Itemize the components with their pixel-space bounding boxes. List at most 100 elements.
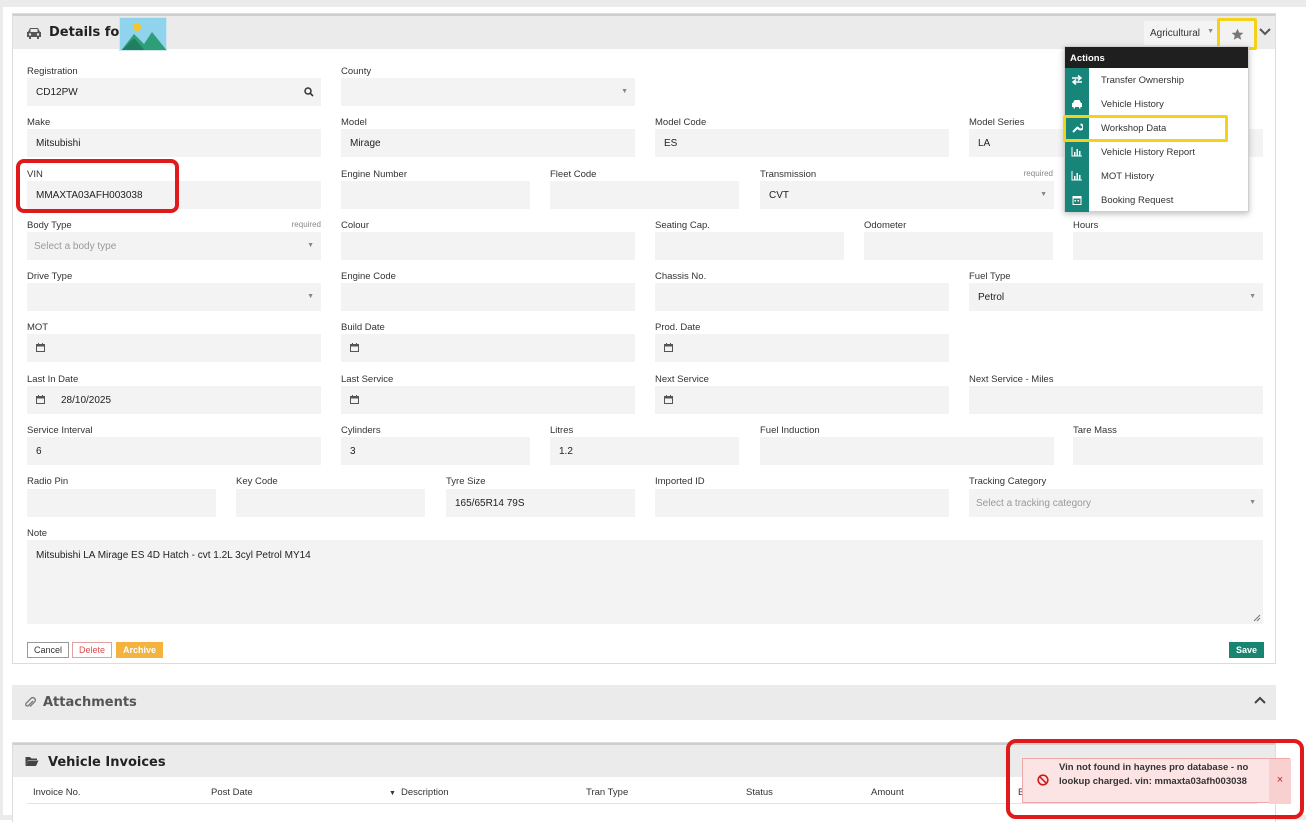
column-header-tran-type[interactable]: Tran Type (586, 787, 628, 798)
tare-mass-input[interactable] (1073, 437, 1263, 465)
litres-value: 1.2 (559, 446, 573, 457)
column-header-amount[interactable]: Amount (871, 787, 904, 798)
frame-left (0, 0, 3, 820)
radio-pin-label: Radio Pin (27, 476, 69, 487)
prod-date-input[interactable] (655, 334, 949, 362)
caret-down-icon: ▼ (1040, 191, 1047, 198)
note-label: Note (27, 528, 48, 539)
litres-label: Litres (550, 425, 574, 436)
attachments-title: Attachments (43, 695, 137, 710)
column-header-status[interactable]: Status (746, 787, 773, 798)
menu-item-label: Booking Request (1101, 195, 1174, 206)
tracking-category-placeholder: Select a tracking category (976, 498, 1092, 509)
menu-item-vehicle-history[interactable]: Vehicle History (1065, 92, 1248, 116)
model-input[interactable]: Mirage (341, 129, 635, 157)
fuel-type-select[interactable]: Petrol ▼ (969, 283, 1263, 311)
vehicle-thumbnail[interactable] (119, 17, 167, 51)
menu-item-vehicle-history-report[interactable]: Vehicle History Report (1065, 140, 1248, 164)
radio-pin-input[interactable] (27, 489, 216, 517)
attachments-panel[interactable]: Attachments (12, 685, 1276, 720)
hours-input[interactable] (1073, 232, 1263, 260)
search-icon[interactable] (304, 87, 314, 97)
model-series-value: LA (978, 138, 991, 149)
make-input[interactable]: Mitsubishi (27, 129, 321, 157)
fuel-induction-label: Fuel Induction (760, 425, 820, 436)
calendar-icon (350, 343, 359, 352)
model-code-label: Model Code (655, 117, 707, 128)
transmission-select[interactable]: CVT ▼ (760, 181, 1054, 209)
odometer-input[interactable] (864, 232, 1053, 260)
key-code-label: Key Code (236, 476, 278, 487)
colour-input[interactable] (341, 232, 635, 260)
error-toast: Vin not found in haynes pro database - n… (1022, 758, 1291, 804)
column-header-description[interactable]: Description (401, 787, 449, 798)
note-textarea[interactable]: Mitsubishi LA Mirage ES 4D Hatch - cvt 1… (27, 540, 1263, 624)
vehicle-type-select[interactable]: Agricultural ▼ (1144, 21, 1220, 45)
fuel-type-label: Fuel Type (969, 271, 1011, 282)
drive-type-label: Drive Type (27, 271, 73, 282)
last-service-input[interactable] (341, 386, 635, 414)
cancel-button[interactable]: Cancel (27, 642, 70, 658)
hours-label: Hours (1073, 220, 1099, 231)
imported-id-input[interactable] (655, 489, 949, 517)
column-header-invoice-no[interactable]: Invoice No. (33, 787, 81, 798)
last-service-label: Last Service (341, 374, 394, 385)
odometer-label: Odometer (864, 220, 907, 231)
prohibited-icon (1037, 774, 1049, 786)
drive-type-select[interactable]: ▼ (27, 283, 321, 311)
service-interval-input[interactable]: 6 (27, 437, 321, 465)
mot-date-input[interactable] (27, 334, 321, 362)
tyre-size-label: Tyre Size (446, 476, 486, 487)
menu-item-booking-request[interactable]: Booking Request (1065, 188, 1248, 212)
chassis-no-label: Chassis No. (655, 271, 707, 282)
chassis-no-input[interactable] (655, 283, 949, 311)
car-icon (1072, 100, 1082, 109)
tyre-size-input[interactable]: 165/65R14 79S (446, 489, 635, 517)
bar-chart-icon (1071, 147, 1082, 157)
next-service-miles-input[interactable] (969, 386, 1263, 414)
column-header-post-date[interactable]: Post Date (211, 787, 253, 798)
engine-code-input[interactable] (341, 283, 635, 311)
delete-button[interactable]: Delete (72, 642, 113, 658)
colour-label: Colour (341, 220, 369, 231)
body-type-select[interactable]: Select a body type ▼ (27, 232, 321, 260)
calendar-icon (350, 395, 359, 404)
fuel-induction-input[interactable] (760, 437, 1054, 465)
workshop-data-highlight-annotation (1063, 115, 1228, 142)
fleet-code-label: Fleet Code (550, 169, 597, 180)
calendar-icon (1072, 196, 1082, 205)
close-icon[interactable]: × (1269, 759, 1291, 804)
engine-number-input[interactable] (341, 181, 530, 209)
seating-cap-input[interactable] (655, 232, 844, 260)
last-in-date-input[interactable]: 28/10/2025 (27, 386, 321, 414)
save-button[interactable]: Save (1229, 642, 1265, 658)
car-icon (27, 28, 41, 39)
county-select[interactable]: ▼ (341, 78, 635, 106)
litres-input[interactable]: 1.2 (550, 437, 739, 465)
model-value: Mirage (350, 138, 381, 149)
key-code-input[interactable] (236, 489, 425, 517)
model-code-input[interactable]: ES (655, 129, 949, 157)
chevron-up-icon[interactable] (1254, 696, 1266, 706)
chevron-down-icon[interactable] (1259, 27, 1271, 37)
next-service-input[interactable] (655, 386, 949, 414)
resize-handle-icon[interactable] (1253, 614, 1261, 622)
menu-item-label: Transfer Ownership (1101, 75, 1185, 86)
build-date-input[interactable] (341, 334, 635, 362)
menu-item-label: Vehicle History Report (1101, 147, 1195, 158)
tracking-category-select[interactable]: Select a tracking category ▼ (969, 489, 1263, 517)
sort-desc-icon[interactable]: ▼ (389, 790, 396, 797)
menu-item-transfer-ownership[interactable]: Transfer Ownership (1065, 68, 1248, 92)
model-series-label: Model Series (969, 117, 1025, 128)
toast-message: Vin not found in haynes pro database - n… (1059, 762, 1249, 787)
body-type-placeholder: Select a body type (34, 241, 117, 252)
service-interval-label: Service Interval (27, 425, 93, 436)
registration-input[interactable]: CD12PW (27, 78, 321, 106)
caret-down-icon: ▼ (621, 88, 628, 95)
image-placeholder-icon (120, 18, 166, 50)
caret-down-icon: ▼ (307, 242, 314, 249)
menu-item-mot-history[interactable]: MOT History (1065, 164, 1248, 188)
fleet-code-input[interactable] (550, 181, 739, 209)
cylinders-input[interactable]: 3 (341, 437, 530, 465)
archive-button[interactable]: Archive (116, 642, 164, 658)
